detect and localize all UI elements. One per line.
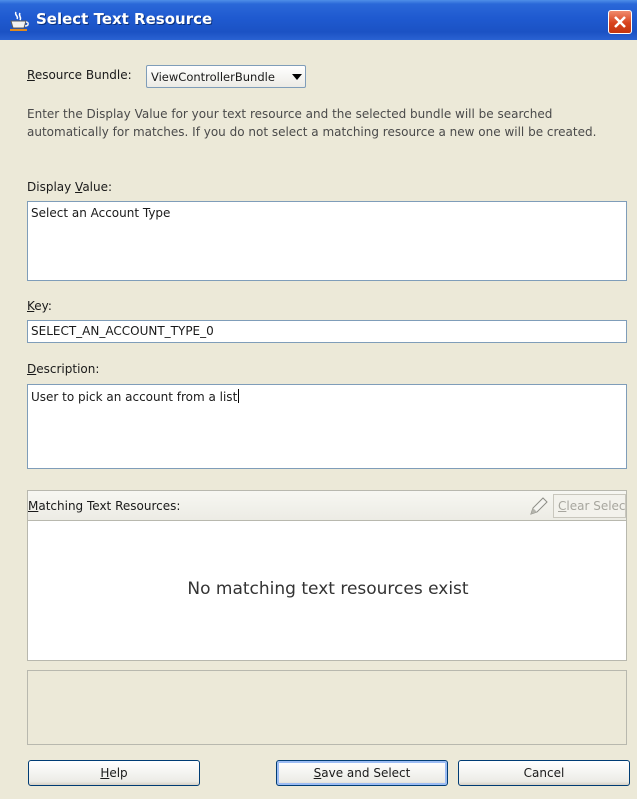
title-bar[interactable]: Select Text Resource [0,0,637,40]
key-field[interactable]: SELECT_AN_ACCOUNT_TYPE_0 [27,320,627,343]
text-caret [238,389,240,403]
key-label-mnemonic: K [27,299,35,313]
description-text: User to pick an account from a list [31,390,238,404]
instructions-text: Enter the Display Value for your text re… [27,107,597,139]
display-value-text: Select an Account Type [31,206,171,220]
description-label-mnemonic: D [27,362,37,376]
select-text-resource-dialog: Select Text Resource Resource Bundle: Vi… [0,0,637,799]
resource-bundle-label-mnemonic: R [27,68,35,82]
display-value-label-mnemonic: V [75,180,83,194]
matching-resources-label-mnemonic: M [28,499,39,513]
description-label: Description: [27,362,100,376]
key-label: Key: [27,299,52,313]
help-button[interactable]: Help [28,760,200,786]
help-button-mnemonic: H [100,766,110,780]
save-and-select-button-mnemonic: S [313,766,322,780]
display-value-label: Display Value: [27,180,113,194]
status-area [27,670,627,745]
display-value-field[interactable]: Select an Account Type [27,201,627,281]
empty-list-message: No matching text resources exist [187,579,469,599]
clear-selection-button[interactable]: Clear Selection [553,494,626,518]
cancel-button[interactable]: Cancel [458,760,630,786]
java-cup-icon [8,10,30,32]
resource-bundle-label: Resource Bundle: [27,68,132,82]
save-and-select-button[interactable]: Save and Select [276,760,448,786]
close-button[interactable] [608,10,632,34]
resource-bundle-value: ViewControllerBundle [151,70,275,84]
matching-resources-header: Matching Text Resources: Clear Selection [27,490,627,521]
matching-resources-list[interactable]: No matching text resources exist [27,520,627,661]
matching-resources-label: Matching Text Resources: [28,499,181,513]
pencil-icon [528,497,548,517]
chevron-down-icon [292,74,302,80]
window-title: Select Text Resource [36,10,213,28]
clear-selection-button-mnemonic: C [558,499,567,513]
resource-bundle-select[interactable]: ViewControllerBundle [146,65,306,88]
key-text: SELECT_AN_ACCOUNT_TYPE_0 [31,324,214,338]
description-field[interactable]: User to pick an account from a list [27,384,627,469]
close-icon [614,16,626,28]
